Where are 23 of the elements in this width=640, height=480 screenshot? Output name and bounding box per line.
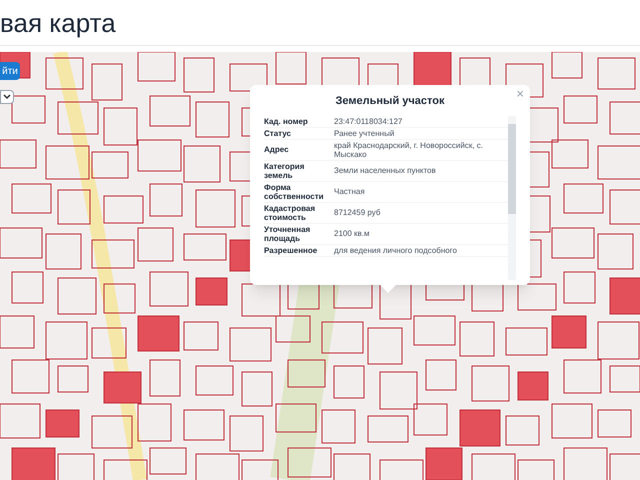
field-value: край Краснодарский, г. Новороссийск, с. Мыскако	[334, 140, 484, 158]
dropdown-select[interactable]	[0, 90, 14, 104]
field-label: Разрешенное	[264, 246, 318, 254]
page-title: вая карта	[0, 10, 116, 36]
field-value: Ранее учтенный	[334, 128, 396, 138]
popup-title: Земельный участок	[334, 94, 446, 109]
field-value: 2100 кв.м	[334, 229, 370, 238]
field-label: Кадастровая стоимость	[264, 204, 316, 222]
scrollbar[interactable]	[508, 116, 516, 280]
field-label: Уточненная площадь	[264, 224, 312, 242]
field-value: Частная	[334, 187, 366, 196]
search-button[interactable]: йти	[0, 62, 20, 80]
close-button[interactable]: ×	[516, 87, 524, 100]
field-value: для ведения личного подсобного	[334, 246, 458, 254]
field-label: Адрес	[264, 145, 290, 154]
field-label: Кад. номер	[264, 116, 309, 126]
field-label: Статус	[264, 128, 292, 138]
field-value: Земли населенных пунктов	[334, 166, 437, 175]
chevron-down-icon	[3, 94, 11, 100]
field-label: Форма собственности	[264, 182, 325, 200]
field-value: 23:47:0118034:127	[334, 116, 404, 126]
field-label: Категория земель	[264, 162, 306, 180]
field-value: 8712459 руб	[334, 208, 382, 217]
